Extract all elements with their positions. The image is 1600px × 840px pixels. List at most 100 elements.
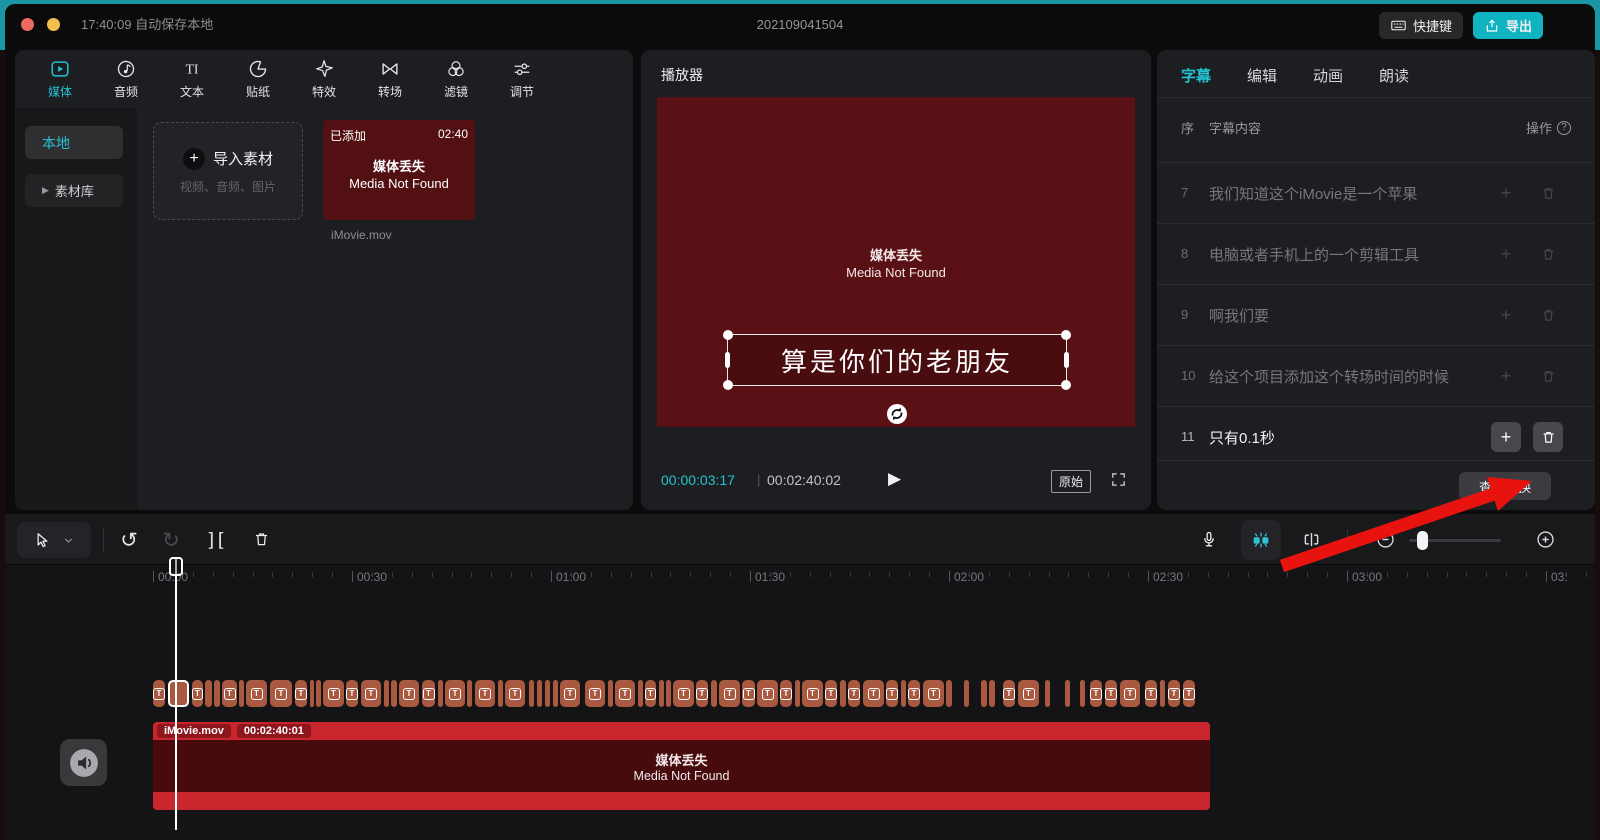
- resize-handle[interactable]: [1064, 352, 1069, 368]
- video-viewport[interactable]: 媒体丢失 Media Not Found 算是你们的老朋友: [657, 97, 1135, 427]
- subtitle-clip[interactable]: [214, 680, 220, 707]
- subtitle-clip[interactable]: [467, 680, 472, 707]
- subtitle-clip[interactable]: [205, 680, 212, 707]
- subtitle-row[interactable]: 11只有0.1秒+: [1157, 406, 1595, 467]
- subtitle-clip[interactable]: [840, 680, 846, 707]
- subtitle-clip[interactable]: T: [422, 680, 435, 707]
- tab-text[interactable]: TI文本: [159, 57, 225, 106]
- export-button[interactable]: 导出: [1473, 12, 1543, 39]
- subtitle-clip[interactable]: [795, 680, 800, 707]
- subtitle-clip[interactable]: T: [560, 680, 580, 707]
- shortcuts-button[interactable]: 快捷键: [1379, 12, 1463, 39]
- undo-button[interactable]: ↺: [111, 514, 147, 565]
- subtitle-row[interactable]: 7我们知道这个iMovie是一个苹果+: [1157, 162, 1595, 223]
- delete-subtitle-button[interactable]: [1533, 422, 1563, 452]
- resize-handle[interactable]: [723, 380, 733, 390]
- subtitle-clip[interactable]: T: [757, 680, 778, 707]
- subtitle-clip[interactable]: T: [323, 680, 344, 707]
- zoom-in-icon[interactable]: [1527, 514, 1563, 565]
- tab-动画[interactable]: 动画: [1313, 65, 1343, 97]
- subtitle-clip[interactable]: T: [153, 680, 165, 707]
- find-replace-button[interactable]: 查找替换: [1459, 472, 1551, 500]
- subtitle-clip[interactable]: T: [825, 680, 837, 707]
- subtitle-clip[interactable]: T: [361, 680, 381, 707]
- subtitle-clip[interactable]: T: [1183, 680, 1195, 707]
- add-subtitle-button[interactable]: +: [1491, 239, 1521, 269]
- subtitle-clip[interactable]: T: [923, 680, 944, 707]
- subtitle-clip[interactable]: T: [719, 680, 740, 707]
- subtitle-clip[interactable]: T: [270, 680, 292, 707]
- record-voiceover-icon[interactable]: [1191, 514, 1227, 565]
- rotate-icon[interactable]: [885, 402, 909, 426]
- subtitle-clip[interactable]: T: [1120, 680, 1140, 707]
- delete-button[interactable]: [243, 514, 279, 565]
- playhead-handle[interactable]: [169, 557, 183, 576]
- help-icon[interactable]: ?: [1557, 121, 1571, 135]
- sidebar-item-local[interactable]: 本地: [25, 126, 123, 159]
- tab-字幕[interactable]: 字幕: [1181, 65, 1211, 97]
- subtitle-clip[interactable]: [1045, 680, 1050, 707]
- subtitle-clip[interactable]: T: [346, 680, 358, 707]
- subtitle-clip[interactable]: [239, 680, 244, 707]
- subtitle-clip[interactable]: [438, 680, 443, 707]
- subtitle-clip[interactable]: [1080, 680, 1085, 707]
- subtitle-clip[interactable]: [391, 680, 397, 707]
- subtitle-clip[interactable]: [1160, 680, 1165, 707]
- subtitle-clip[interactable]: T: [222, 680, 237, 707]
- subtitle-clip[interactable]: T: [1168, 680, 1180, 707]
- play-button[interactable]: ▶: [888, 469, 901, 489]
- zoom-out-icon[interactable]: [1367, 514, 1403, 565]
- split-clip-icon[interactable]: [1293, 514, 1329, 565]
- subtitle-clip[interactable]: [545, 680, 550, 707]
- subtitle-clip[interactable]: T: [863, 680, 884, 707]
- subtitle-clip[interactable]: T: [246, 680, 267, 707]
- add-subtitle-button[interactable]: +: [1491, 422, 1521, 452]
- tab-sticker[interactable]: 贴纸: [225, 57, 291, 106]
- subtitle-clip[interactable]: T: [475, 680, 495, 707]
- add-subtitle-button[interactable]: +: [1491, 178, 1521, 208]
- subtitle-row[interactable]: 9啊我们要+: [1157, 284, 1595, 345]
- subtitle-clip[interactable]: [498, 680, 503, 707]
- subtitle-clip[interactable]: T: [1090, 680, 1102, 707]
- resize-handle[interactable]: [725, 352, 730, 368]
- tab-effects[interactable]: 特效: [291, 57, 357, 106]
- delete-subtitle-button[interactable]: [1533, 178, 1563, 208]
- subtitle-clip[interactable]: T: [742, 680, 755, 707]
- tab-adjust[interactable]: 调节: [489, 57, 555, 106]
- playhead-line[interactable]: [175, 558, 177, 830]
- media-item-thumbnail[interactable]: 已添加 02:40 媒体丢失 Media Not Found: [323, 120, 475, 220]
- add-subtitle-button[interactable]: +: [1491, 361, 1521, 391]
- subtitle-clip[interactable]: T: [886, 680, 898, 707]
- track-mute-button[interactable]: [60, 739, 107, 786]
- subtitle-clip[interactable]: [659, 680, 664, 707]
- video-track-clip[interactable]: iMovie.mov 00:02:40:01 媒体丢失 Media Not Fo…: [153, 722, 1210, 810]
- subtitle-clip[interactable]: [711, 680, 717, 707]
- split-button[interactable]: ][: [197, 514, 233, 565]
- subtitle-clip[interactable]: T: [615, 680, 635, 707]
- subtitle-clip[interactable]: [981, 680, 987, 707]
- delete-subtitle-button[interactable]: [1533, 361, 1563, 391]
- snap-toggle-icon[interactable]: [1241, 520, 1281, 560]
- subtitle-clip[interactable]: T: [645, 680, 656, 707]
- subtitle-clip[interactable]: T: [696, 680, 708, 707]
- subtitle-clip[interactable]: [946, 680, 952, 707]
- delete-subtitle-button[interactable]: [1533, 300, 1563, 330]
- sidebar-item-material-library[interactable]: ▶ 素材库: [25, 174, 123, 207]
- original-size-button[interactable]: 原始: [1051, 470, 1091, 493]
- tab-audio[interactable]: 音频: [93, 57, 159, 106]
- subtitle-selection-box[interactable]: 算是你们的老朋友: [727, 334, 1067, 386]
- subtitle-clip[interactable]: [666, 680, 671, 707]
- subtitle-clip[interactable]: [1065, 680, 1070, 707]
- subtitle-clip[interactable]: [384, 680, 389, 707]
- subtitle-clip[interactable]: [964, 680, 969, 707]
- subtitle-clip-selected[interactable]: [168, 680, 189, 707]
- subtitle-row[interactable]: 8电脑或者手机上的一个剪辑工具+: [1157, 223, 1595, 284]
- subtitle-clip[interactable]: T: [908, 680, 920, 707]
- subtitle-clip[interactable]: T: [192, 680, 203, 707]
- subtitle-clip[interactable]: [901, 680, 906, 707]
- subtitle-clip[interactable]: T: [585, 680, 605, 707]
- subtitle-clip[interactable]: [529, 680, 534, 707]
- tab-transition[interactable]: 转场: [357, 57, 423, 106]
- subtitle-row[interactable]: 10给这个项目添加这个转场时间的时候+: [1157, 345, 1595, 406]
- subtitle-clip[interactable]: T: [673, 680, 694, 707]
